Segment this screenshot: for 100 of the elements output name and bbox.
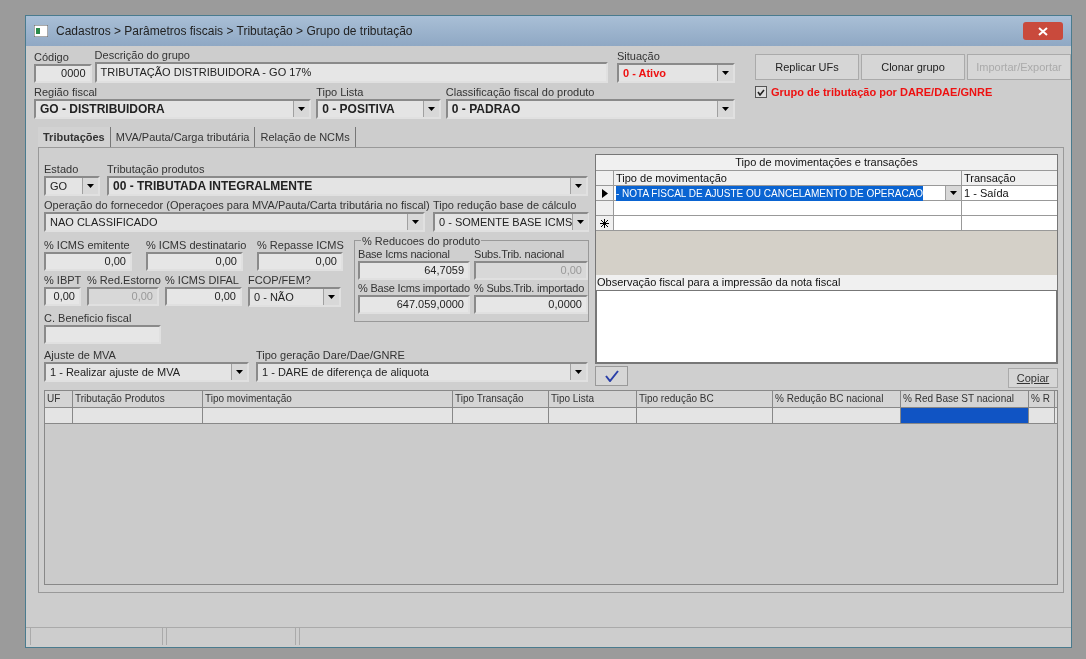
dropdown-button[interactable]	[293, 101, 310, 117]
panel-title: Tipo de movimentações e transações	[596, 155, 1057, 171]
column-header: Tributação Produtos	[73, 391, 203, 407]
select-field[interactable]: 1 - DARE de diferença de aliquota	[256, 362, 588, 382]
dropdown-button[interactable]	[572, 214, 589, 230]
dropdown-button[interactable]	[82, 178, 98, 194]
caret-icon	[87, 184, 94, 188]
tab[interactable]: Tributações	[38, 127, 111, 147]
caret-icon	[427, 107, 435, 111]
toolbar-button[interactable]: Clonar grupo	[861, 54, 965, 80]
dropdown-button[interactable]	[570, 364, 586, 380]
dropdown-button[interactable]	[422, 101, 439, 117]
caret-icon	[412, 220, 419, 224]
select-field[interactable]: GO	[44, 176, 100, 196]
caret-icon	[577, 220, 585, 224]
select-field[interactable]: GO - DISTRIBUIDORA	[34, 99, 312, 119]
table-cell-text: 1 - Saída	[964, 185, 1009, 201]
input-field[interactable]: TRIBUTAÇÃO DISTRIBUIDORA - GO 17%	[94, 62, 608, 83]
column-header: % Redução BC nacional	[773, 391, 901, 407]
field-label: Observação fiscal para a impressão da nota fiscal	[596, 275, 842, 290]
select-field[interactable]: NAO CLASSIFICADO	[44, 212, 425, 232]
field-label: Tipo Lista	[316, 85, 365, 99]
close-button[interactable]	[1023, 22, 1063, 40]
checkbox[interactable]	[755, 86, 767, 99]
app-icon	[34, 25, 48, 37]
table-row[interactable]: - NOTA FISCAL DE AJUSTE OU CANCELAMENTO DE OPERACAO 1 - Saída	[596, 186, 1057, 201]
select-field[interactable]: 0 - Ativo	[617, 63, 735, 83]
caret-icon	[575, 370, 582, 374]
field-label: % IBPT	[44, 273, 81, 287]
field-label: % Red.Estorno	[87, 273, 159, 287]
caret-icon	[328, 295, 335, 299]
caret-icon	[575, 184, 582, 188]
field-label: FCOP/FEM?	[248, 273, 312, 287]
field-label: Situação	[617, 49, 661, 63]
input-field[interactable]: 0,00	[146, 252, 243, 271]
caret-icon	[298, 107, 306, 111]
field-label: % Base Icms importado	[358, 281, 470, 295]
column-header: Tipo movimentação	[203, 391, 453, 407]
dropdown-button[interactable]	[945, 186, 961, 200]
toolbar-button[interactable]: Replicar UFs	[755, 54, 859, 80]
select-field[interactable]: 0 - POSITIVA	[316, 99, 441, 119]
input-field[interactable]: 0,00	[44, 252, 132, 271]
confirm-button[interactable]	[595, 366, 628, 386]
select-field[interactable]: 0 - SOMENTE BASE ICMS	[433, 212, 589, 232]
window-title: Cadastros > Parâmetros fiscais > Tributação > Grupo de tributação	[56, 23, 414, 40]
current-row-icon	[601, 188, 608, 198]
dropdown-button[interactable]	[717, 65, 733, 81]
column-header: % Red Base ST nacional	[901, 391, 1029, 407]
field-label: Código	[34, 50, 70, 64]
table-cell[interactable]	[901, 408, 1029, 423]
field-label: Ajuste de MVA	[44, 348, 117, 362]
field-label: Tributação produtos	[107, 162, 206, 176]
column-header: Transação	[963, 171, 1017, 185]
check-icon	[604, 370, 619, 382]
input-field[interactable]: 0,00	[257, 252, 343, 271]
input-field[interactable]: 647.059,0000	[358, 295, 470, 314]
caret-icon	[950, 191, 957, 195]
input-field[interactable]: 0000	[34, 64, 92, 83]
field-label: Região fiscal	[34, 85, 98, 99]
field-label: Classificação fiscal do produto	[445, 85, 596, 99]
field-label: Tipo redução base de cálculo	[433, 198, 578, 212]
select-field[interactable]: 1 - Realizar ajuste de MVA	[44, 362, 249, 382]
dropdown-button[interactable]	[323, 289, 339, 305]
caret-icon	[236, 370, 243, 374]
input-field[interactable]: 64,7059	[358, 261, 470, 280]
new-row-icon	[600, 218, 609, 228]
input-field[interactable]: 0,00	[165, 287, 242, 306]
field-label: Base Icms nacional	[358, 247, 451, 261]
select-field[interactable]: 0 - PADRAO	[445, 99, 735, 119]
input-field[interactable]	[44, 325, 161, 344]
field-label: Estado	[44, 162, 80, 176]
caret-icon	[722, 71, 729, 75]
field-label: Tipo geração Dare/Dae/GNRE	[256, 348, 406, 362]
field-label: C. Beneficio fiscal	[44, 311, 133, 325]
field-label: % ICMS emitente	[44, 238, 131, 252]
dropdown-button[interactable]	[231, 364, 247, 380]
dropdown-button[interactable]	[407, 214, 423, 230]
checkbox-label: Grupo de tributação por DARE/DAE/GNRE	[771, 85, 993, 100]
column-header: Tipo redução BC	[637, 391, 773, 407]
select-field[interactable]: 00 - TRIBUTADA INTEGRALMENTE	[107, 176, 588, 196]
column-header: % R	[1029, 391, 1055, 407]
field-label: % Subs.Trib. importado	[474, 281, 586, 295]
dropdown-button[interactable]	[717, 101, 733, 117]
observation-field[interactable]	[596, 290, 1057, 363]
input-field[interactable]: 0,0000	[474, 295, 588, 314]
close-icon	[1038, 26, 1048, 36]
column-header: Tipo Transação	[453, 391, 549, 407]
input-field[interactable]: 0,00	[44, 287, 81, 306]
field-label: % ICMS DIFAL	[165, 273, 240, 287]
check-icon	[757, 88, 765, 96]
field-label: Subs.Trib. nacional	[474, 247, 565, 261]
column-header: Tipo de movimentação	[614, 171, 962, 185]
field-label: Descrição do grupo	[94, 48, 191, 62]
caret-icon	[722, 107, 729, 111]
copy-button[interactable]: Copiar	[1008, 368, 1058, 388]
column-header: Tipo Lista	[549, 391, 637, 407]
select-field[interactable]: 0 - NÃO	[248, 287, 341, 307]
field-label: % Repasse ICMS	[257, 238, 343, 252]
dropdown-button[interactable]	[570, 178, 586, 194]
column-header: UF	[45, 391, 73, 407]
